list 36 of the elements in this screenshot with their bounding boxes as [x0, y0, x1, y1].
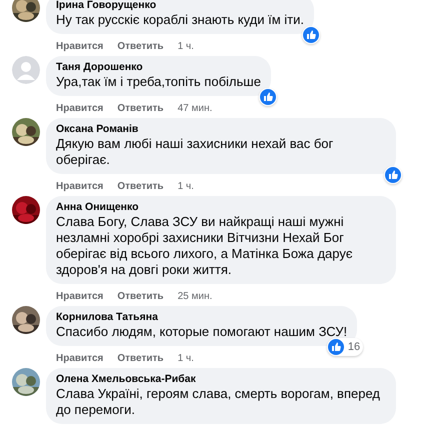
reaction-badge[interactable] [302, 26, 320, 44]
author-name[interactable]: Таня Дорошенко [56, 61, 261, 74]
avatar-icon [12, 56, 40, 84]
action-link[interactable]: Нравится [56, 178, 104, 194]
comment-text: Слава Богу, Слава ЗСУ ви найкращі наші мужні незламні хоробрі захисники Вітчизни Нехай Бог оберігає від всього лихого, а Матінка Божа дарує здоров'я на довгі роки життя. [56, 214, 354, 278]
timestamp: 25 мин. [178, 290, 212, 304]
author-name[interactable]: Ірина Говорущенко [56, 0, 304, 12]
timestamp: 1 ч. [178, 352, 194, 366]
timestamp: 1 ч. [178, 180, 194, 194]
reaction-badge[interactable] [258, 88, 277, 106]
action-link[interactable]: Нравится [56, 38, 104, 54]
action-link[interactable]: Нравится [56, 350, 104, 366]
action-link[interactable]: Ответить [117, 350, 164, 366]
reaction-badge[interactable]: 16 [326, 338, 364, 356]
action-link[interactable]: Нравится [56, 288, 104, 304]
action-link[interactable]: Ответить [117, 288, 164, 304]
author-name[interactable]: Корнилова Татьяна [56, 311, 348, 324]
comment-text: Ура,так їм і треба,топіть побільше [56, 74, 261, 90]
comment-text: Дякую вам любі наші захисники нехай вас бог оберігає. [56, 136, 334, 168]
like-icon [302, 27, 319, 43]
like-icon [328, 338, 344, 355]
timestamp: 1 ч. [178, 40, 194, 54]
comment-text: Ну так русскіє кораблі знають куди їм іти. [56, 12, 304, 28]
author-name[interactable]: Олена Хмельовська-Рибак [56, 373, 386, 386]
comment-text: Спасибо людям, которые помогают нашим ЗСУ! [56, 324, 348, 340]
action-link[interactable]: Нравится [56, 100, 104, 116]
author-name[interactable]: Оксана Романів [56, 123, 386, 136]
author-name[interactable]: Анна Онищенко [56, 201, 386, 214]
action-link[interactable]: Ответить [117, 178, 164, 194]
timestamp: 47 мин. [178, 102, 212, 116]
like-icon [260, 89, 276, 105]
comment-text: Слава Україні, героям слава, смерть ворогам, вперед до перемоги. [56, 386, 381, 418]
action-link[interactable]: Ответить [117, 100, 164, 116]
like-icon [385, 167, 401, 183]
action-link[interactable]: Ответить [117, 38, 164, 54]
reaction-badge[interactable] [384, 166, 402, 184]
